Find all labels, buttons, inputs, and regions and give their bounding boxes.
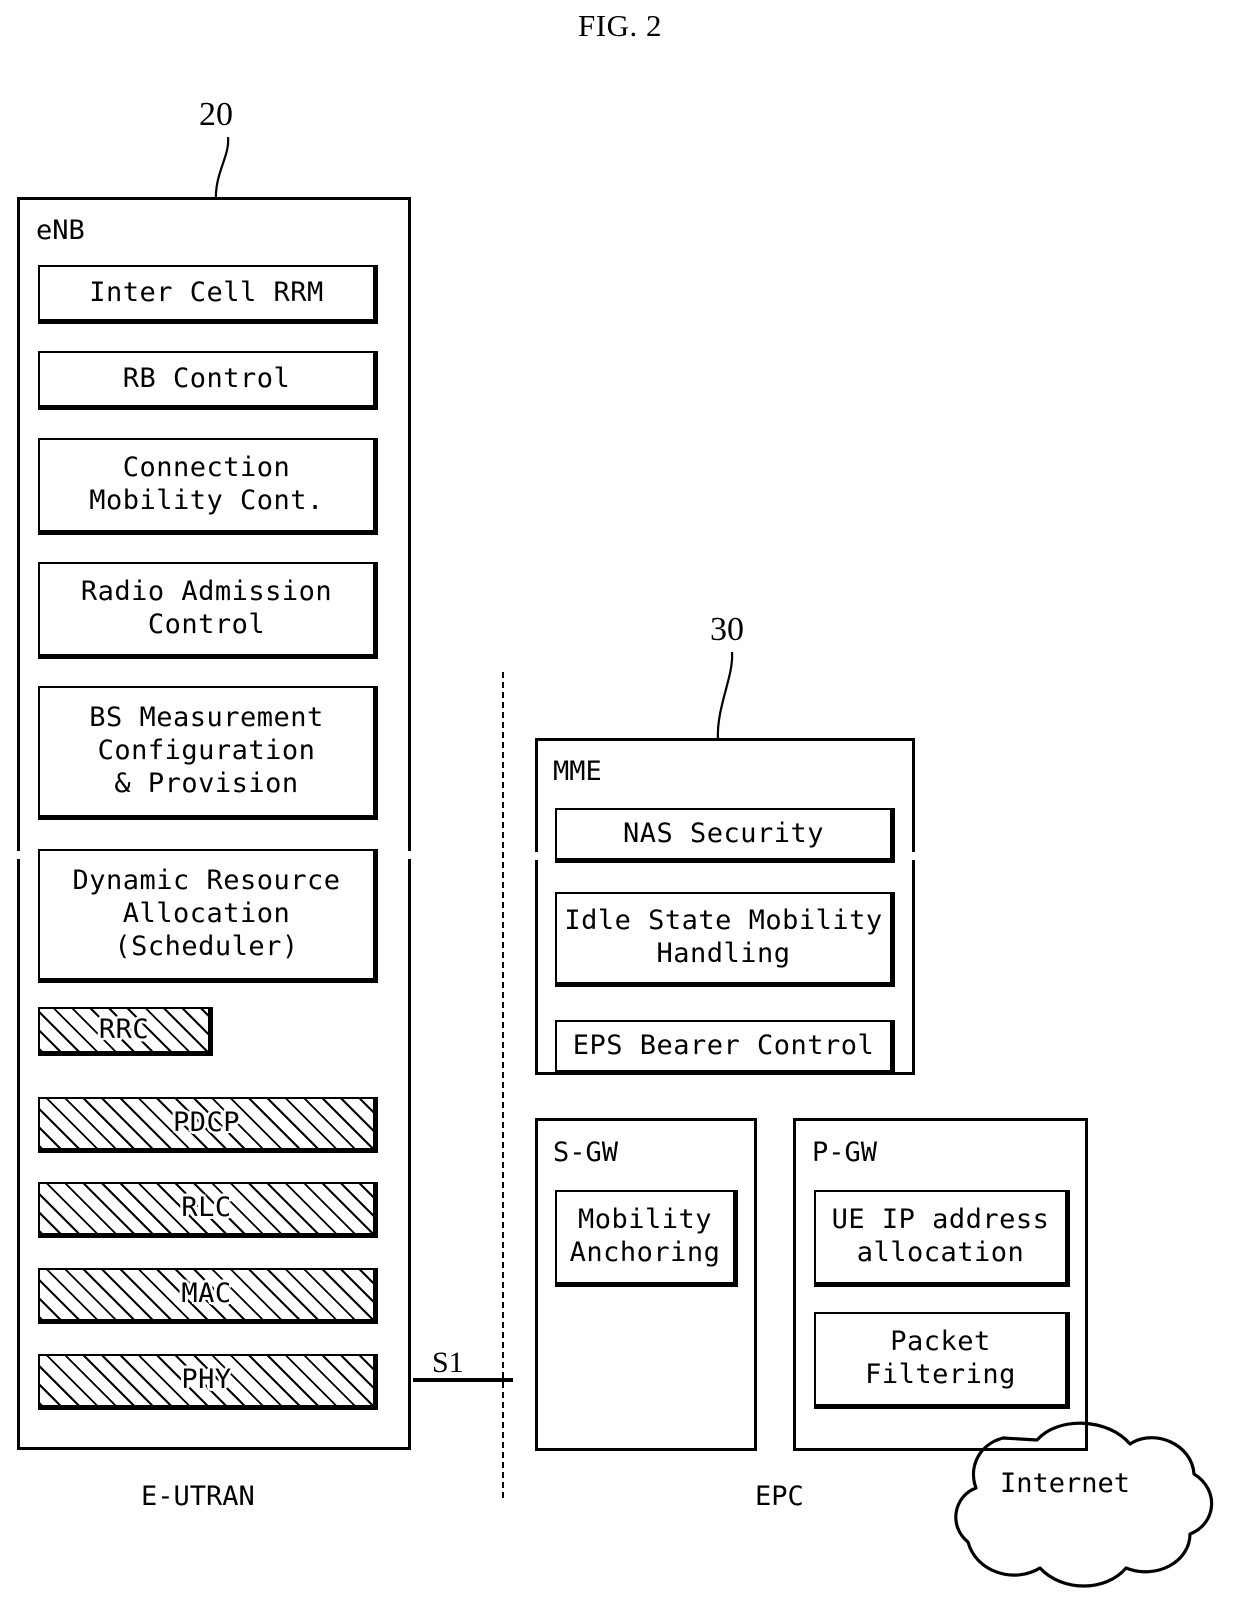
figure-title: FIG. 2 bbox=[578, 8, 662, 43]
mme-module-label: NAS Security bbox=[622, 817, 825, 849]
pgw-label: P-GW bbox=[812, 1137, 878, 1168]
pgw-module-ue-ip-address-allocation[interactable]: UE IP address allocation bbox=[814, 1190, 1070, 1287]
enb-module-rb-control[interactable]: RB Control bbox=[38, 351, 378, 410]
pgw-module-packet-filtering[interactable]: Packet Filtering bbox=[814, 1312, 1070, 1409]
reference-numeral-30: 30 bbox=[710, 611, 744, 648]
internet-cloud-shape bbox=[954, 1421, 1214, 1588]
enb-module-label: Radio Admission Control bbox=[80, 576, 333, 640]
s1-interface-line bbox=[413, 1378, 513, 1382]
mme-module-label: EPS Bearer Control bbox=[572, 1029, 875, 1061]
epc-caption: EPC bbox=[755, 1481, 804, 1512]
enb-layer-label: PDCP bbox=[172, 1107, 241, 1139]
enb-layer-rrc[interactable]: RRC bbox=[38, 1007, 213, 1056]
mme-module-label: Idle State Mobility Handling bbox=[564, 905, 883, 969]
enb-layer-mac[interactable]: MAC bbox=[38, 1268, 378, 1324]
enb-module-label: BS Measurement Configuration & Provision bbox=[89, 702, 324, 799]
leader-line-20 bbox=[214, 136, 230, 204]
enb-module-bs-measurement-configuration-provision[interactable]: BS Measurement Configuration & Provision bbox=[38, 686, 378, 820]
sgw-module-mobility-anchoring[interactable]: Mobility Anchoring bbox=[555, 1190, 738, 1287]
enb-module-radio-admission-control[interactable]: Radio Admission Control bbox=[38, 562, 378, 659]
enb-border-gap-right bbox=[406, 851, 413, 859]
mme-module-idle-state-mobility-handling[interactable]: Idle State Mobility Handling bbox=[555, 892, 895, 987]
enb-layer-pdcp[interactable]: PDCP bbox=[38, 1097, 378, 1153]
enb-layer-label: PHY bbox=[181, 1364, 232, 1396]
eutran-caption: E-UTRAN bbox=[141, 1481, 255, 1512]
enb-module-inter-cell-rrm[interactable]: Inter Cell RRM bbox=[38, 265, 378, 324]
pgw-module-label: UE IP address allocation bbox=[831, 1204, 1050, 1268]
pgw-module-label: Packet Filtering bbox=[865, 1326, 1016, 1390]
mme-border-gap-left bbox=[533, 852, 539, 860]
mme-border-gap-right bbox=[910, 852, 917, 860]
enb-layer-rlc[interactable]: RLC bbox=[38, 1182, 378, 1238]
sgw-module-label: Mobility Anchoring bbox=[569, 1204, 721, 1268]
enb-layer-label: RLC bbox=[181, 1192, 232, 1224]
enb-layer-phy[interactable]: PHY bbox=[38, 1354, 378, 1410]
enb-module-label: Dynamic Resource Allocation (Scheduler) bbox=[72, 865, 341, 962]
mme-module-nas-security[interactable]: NAS Security bbox=[555, 808, 895, 863]
internet-label: Internet bbox=[1000, 1468, 1131, 1499]
enb-layer-label: RRC bbox=[98, 1013, 150, 1045]
enb-module-label: RB Control bbox=[122, 362, 291, 394]
enb-module-dynamic-resource-allocation-scheduler[interactable]: Dynamic Resource Allocation (Scheduler) bbox=[38, 849, 378, 983]
enb-layer-label: MAC bbox=[181, 1278, 232, 1310]
s1-interface-label: S1 bbox=[432, 1346, 464, 1379]
eutran-epc-divider bbox=[502, 672, 504, 1498]
leader-line-30 bbox=[716, 651, 734, 741]
sgw-label: S-GW bbox=[553, 1137, 619, 1168]
mme-module-eps-bearer-control[interactable]: EPS Bearer Control bbox=[555, 1020, 895, 1075]
reference-numeral-20: 20 bbox=[199, 96, 233, 133]
enb-module-label: Connection Mobility Cont. bbox=[89, 452, 324, 516]
enb-border-gap-left bbox=[15, 851, 21, 859]
enb-label: eNB bbox=[36, 215, 85, 246]
enb-module-label: Inter Cell RRM bbox=[89, 276, 324, 308]
enb-module-connection-mobility-cont[interactable]: Connection Mobility Cont. bbox=[38, 438, 378, 535]
mme-label: MME bbox=[553, 756, 602, 787]
